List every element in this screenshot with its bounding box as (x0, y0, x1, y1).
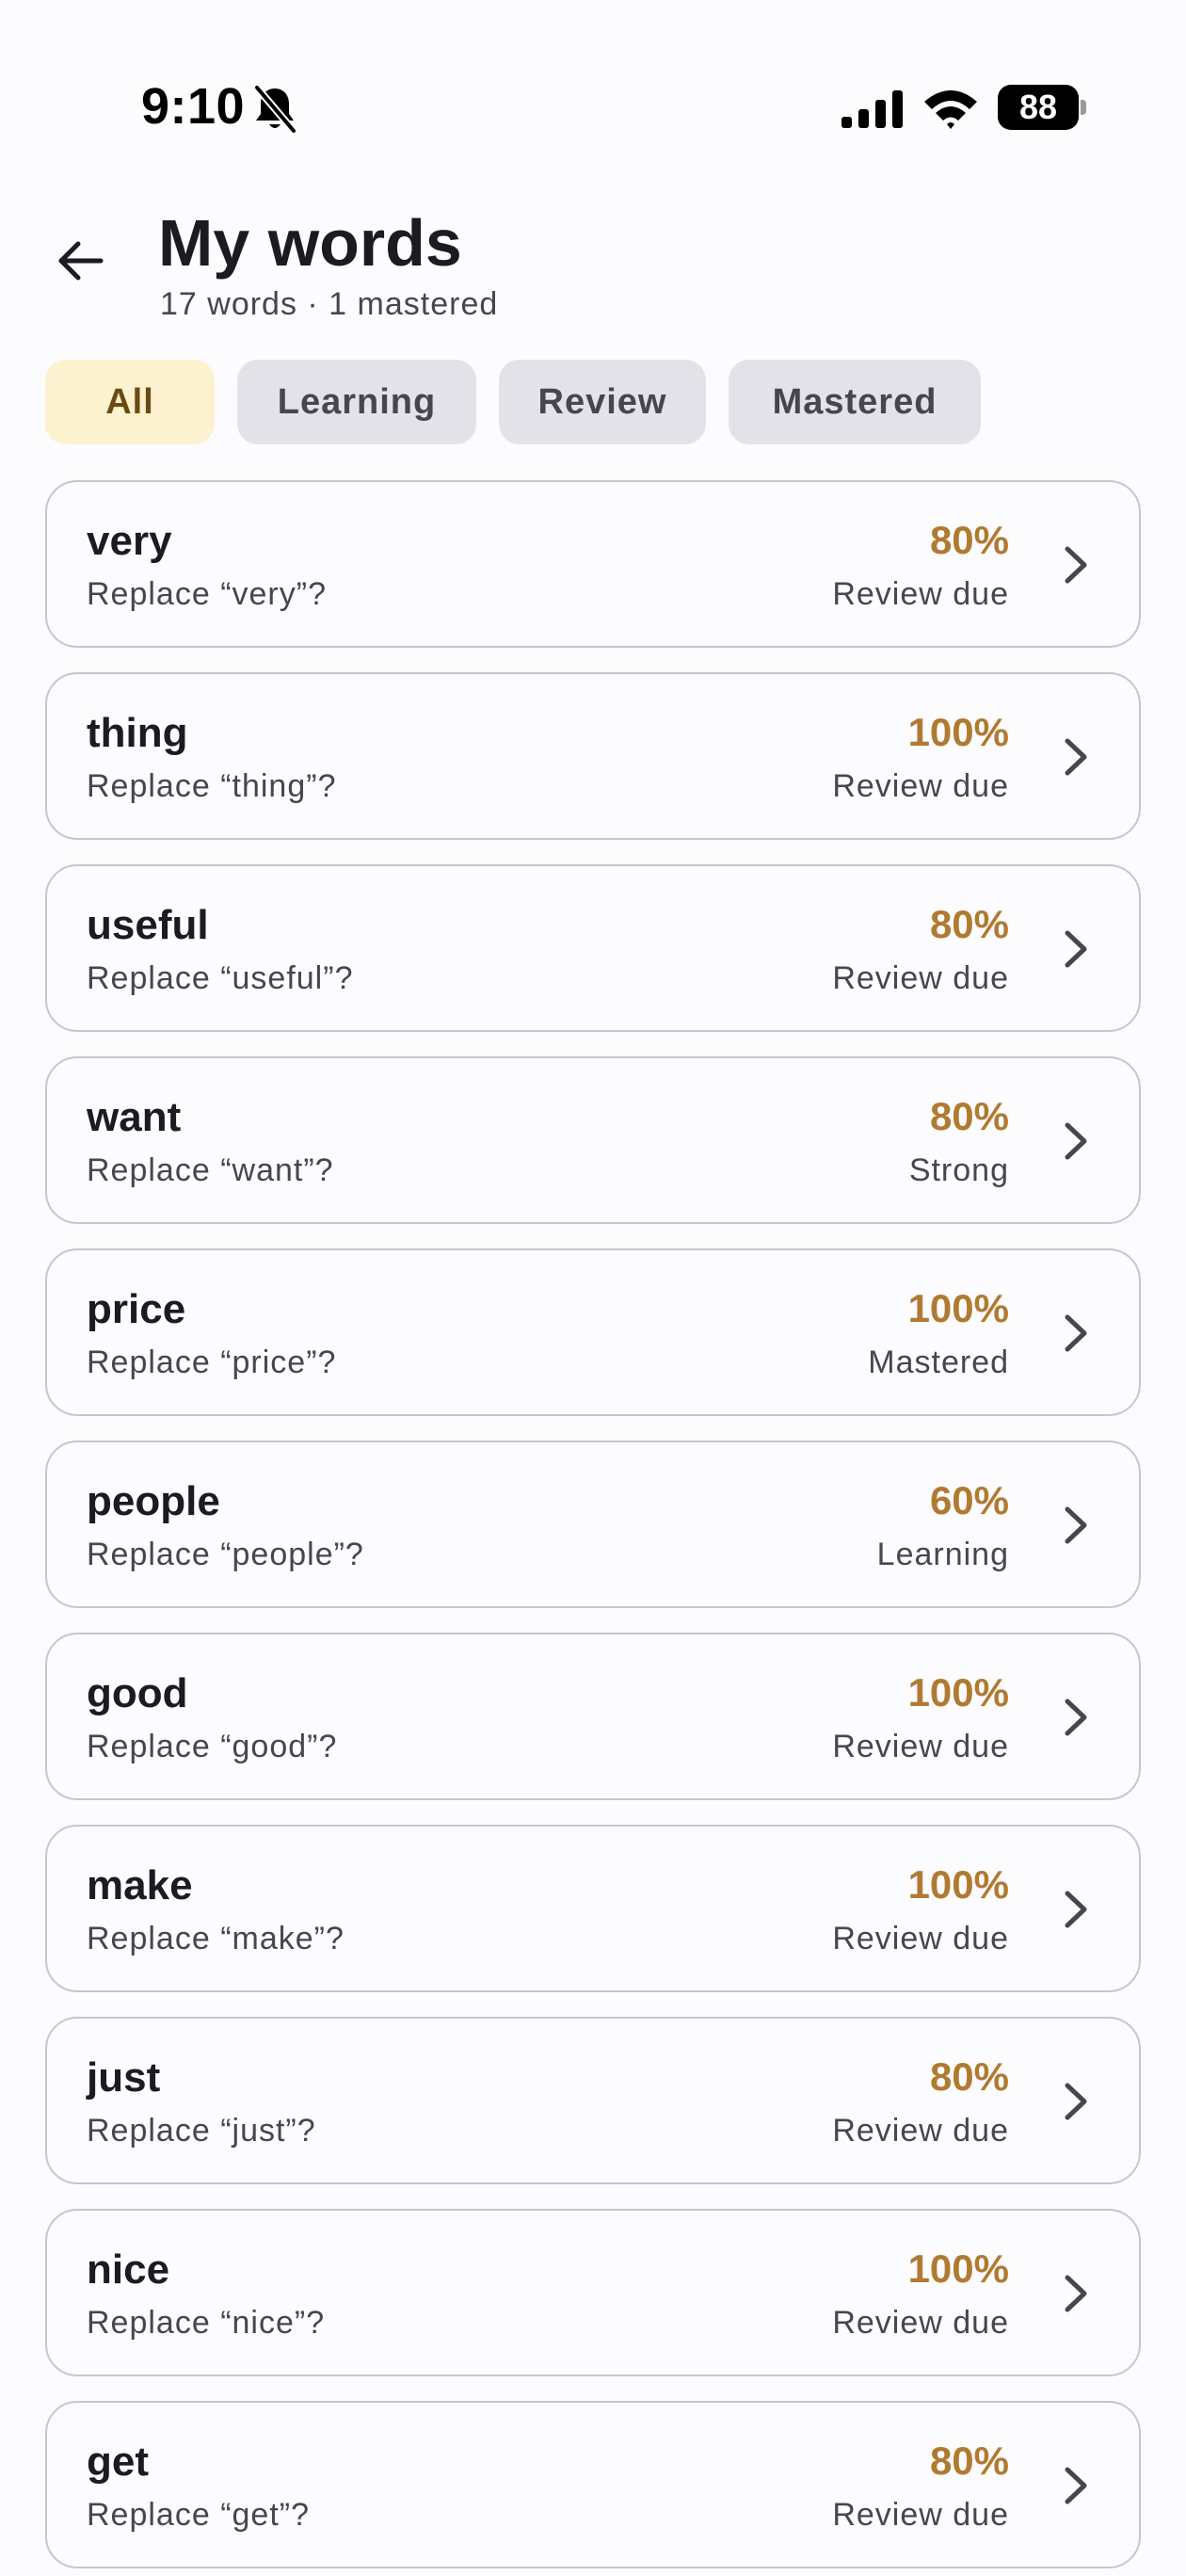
word-prompt: Replace “price”? (87, 1344, 337, 1380)
word-card-just[interactable]: just Replace “just”? 80% Review due (45, 2017, 1141, 2184)
status-bar: 9:10 88 (0, 0, 1186, 188)
word-prompt: Replace “people”? (87, 1537, 364, 1572)
battery-level: 88 (998, 85, 1079, 130)
status-time: 9:10 (141, 78, 246, 135)
word-card-useful[interactable]: useful Replace “useful”? 80% Review due (45, 864, 1141, 1032)
word-card-people[interactable]: people Replace “people”? 60% Learning (45, 1441, 1141, 1608)
wifi-icon (924, 90, 977, 129)
chevron-right-icon (1065, 1891, 1087, 1928)
word-prompt: Replace “make”? (87, 1921, 345, 1956)
word-term: make (87, 1862, 193, 1908)
chevron-right-icon (1065, 2083, 1087, 2120)
word-status: Review due (832, 2497, 1009, 2533)
word-term: just (87, 2054, 161, 2101)
word-term: very (87, 518, 172, 564)
word-prompt: Replace “nice”? (87, 2305, 326, 2341)
chevron-right-icon (1065, 1314, 1087, 1352)
word-status: Learning (876, 1537, 1009, 1572)
word-card-want[interactable]: want Replace “want”? 80% Strong (45, 1056, 1141, 1224)
battery-cap (1081, 100, 1086, 115)
word-percent: 80% (929, 1094, 1009, 1138)
word-status: Strong (908, 1152, 1009, 1188)
filter-chip-all[interactable]: All (45, 360, 215, 444)
battery-icon: 88 (998, 85, 1086, 130)
word-status: Review due (832, 2305, 1009, 2341)
word-percent: 80% (929, 902, 1009, 946)
back-button[interactable] (41, 222, 119, 299)
word-term: good (87, 1670, 188, 1716)
word-prompt: Replace “get”? (87, 2497, 311, 2533)
word-prompt: Replace “thing”? (87, 768, 337, 804)
word-prompt: Replace “want”? (87, 1152, 334, 1188)
word-card-very[interactable]: very Replace “very”? 80% Review due (45, 480, 1141, 648)
word-card-get[interactable]: get Replace “get”? 80% Review due (45, 2401, 1141, 2568)
word-percent: 80% (929, 518, 1009, 562)
word-percent: 100% (907, 2246, 1009, 2291)
word-term: price (87, 1286, 186, 1332)
page-subtitle: 17 words · 1 mastered (160, 286, 499, 322)
word-card-thing[interactable]: thing Replace “thing”? 100% Review due (45, 672, 1141, 840)
word-status: Review due (832, 2113, 1009, 2149)
bell-off-icon (253, 85, 297, 134)
word-status: Review due (832, 576, 1009, 612)
word-status: Review due (832, 1729, 1009, 1764)
word-percent: 100% (907, 710, 1009, 754)
word-percent: 80% (929, 2054, 1009, 2099)
word-card-nice[interactable]: nice Replace “nice”? 100% Review due (45, 2209, 1141, 2376)
word-status: Mastered (868, 1344, 1009, 1380)
filter-chip-learning[interactable]: Learning (237, 360, 476, 444)
word-term: nice (87, 2246, 170, 2293)
word-status: Review due (832, 960, 1009, 996)
chevron-right-icon (1065, 738, 1087, 776)
chevron-right-icon (1065, 2275, 1087, 2312)
word-prompt: Replace “useful”? (87, 960, 354, 996)
word-prompt: Replace “just”? (87, 2113, 316, 2149)
chevron-right-icon (1065, 1122, 1087, 1160)
word-term: useful (87, 902, 209, 948)
word-term: people (87, 1478, 220, 1524)
chevron-right-icon (1065, 930, 1087, 968)
word-percent: 100% (907, 1286, 1009, 1330)
word-card-price[interactable]: price Replace “price”? 100% Mastered (45, 1248, 1141, 1416)
word-prompt: Replace “good”? (87, 1729, 338, 1764)
chevron-right-icon (1065, 1699, 1087, 1736)
signal-icon (841, 90, 903, 128)
chevron-right-icon (1065, 2467, 1087, 2504)
filter-chip-review[interactable]: Review (499, 360, 706, 444)
word-prompt: Replace “very”? (87, 576, 327, 612)
chevron-right-icon (1065, 546, 1087, 584)
word-term: get (87, 2439, 149, 2485)
word-percent: 80% (929, 2439, 1009, 2483)
word-status: Review due (832, 768, 1009, 804)
filter-chip-mastered[interactable]: Mastered (729, 360, 981, 444)
word-percent: 60% (929, 1478, 1009, 1522)
word-card-make[interactable]: make Replace “make”? 100% Review due (45, 1825, 1141, 1992)
chevron-right-icon (1065, 1506, 1087, 1544)
word-percent: 100% (907, 1862, 1009, 1907)
filter-chips: All Learning Review Mastered (45, 360, 981, 444)
page-title: My words (158, 206, 462, 280)
word-term: want (87, 1094, 182, 1140)
word-percent: 100% (907, 1670, 1009, 1715)
word-card-good[interactable]: good Replace “good”? 100% Review due (45, 1633, 1141, 1800)
word-term: thing (87, 710, 188, 756)
word-status: Review due (832, 1921, 1009, 1956)
arrow-left-icon (58, 241, 104, 281)
